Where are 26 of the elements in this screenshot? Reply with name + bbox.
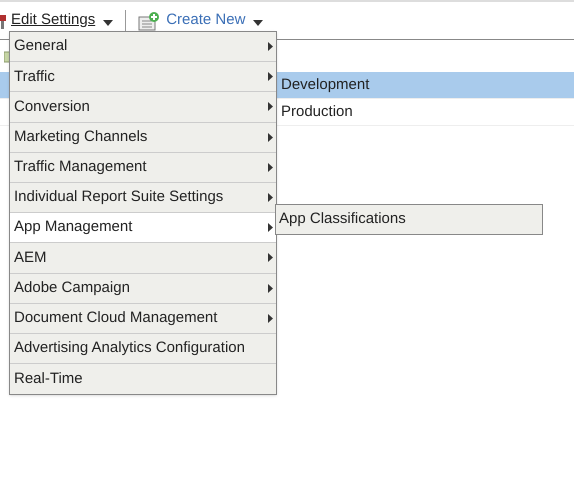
submenu-arrow-icon: [268, 102, 273, 112]
caret-icon: [253, 20, 264, 26]
submenu-arrow-icon: [268, 162, 273, 172]
menu-item[interactable]: Marketing Channels: [10, 122, 276, 153]
caret-icon: [103, 20, 114, 26]
submenu-arrow-icon: [268, 193, 273, 202]
menu-item[interactable]: Conversion: [10, 92, 276, 123]
menu-item[interactable]: App Classifications: [276, 205, 542, 234]
menu-item[interactable]: Real-Time: [10, 364, 276, 394]
menu-item[interactable]: Traffic: [10, 62, 276, 92]
create-new-menu-button[interactable]: Create New: [166, 9, 264, 32]
edit-settings-menu-button[interactable]: Edit Settings: [11, 9, 114, 32]
menu-item[interactable]: AEM: [10, 243, 276, 274]
submenu-arrow-icon: [268, 314, 273, 323]
submenu-arrow-icon: [268, 42, 273, 52]
submenu-arrow-icon: [268, 284, 273, 293]
menu-item[interactable]: Advertising Analytics Configuration: [10, 334, 276, 364]
submenu-arrow-icon: [268, 72, 273, 82]
submenu-arrow-icon: [268, 223, 273, 232]
menu-item[interactable]: General: [10, 32, 276, 62]
submenu-arrow-icon: [268, 253, 273, 262]
menu-item[interactable]: Adobe Campaign: [10, 274, 276, 304]
menu-item[interactable]: Traffic Management: [10, 152, 276, 183]
menu-item[interactable]: App Management: [10, 213, 276, 244]
submenu-arrow-icon: [268, 132, 273, 142]
menu-item[interactable]: Document Cloud Management: [10, 304, 276, 334]
